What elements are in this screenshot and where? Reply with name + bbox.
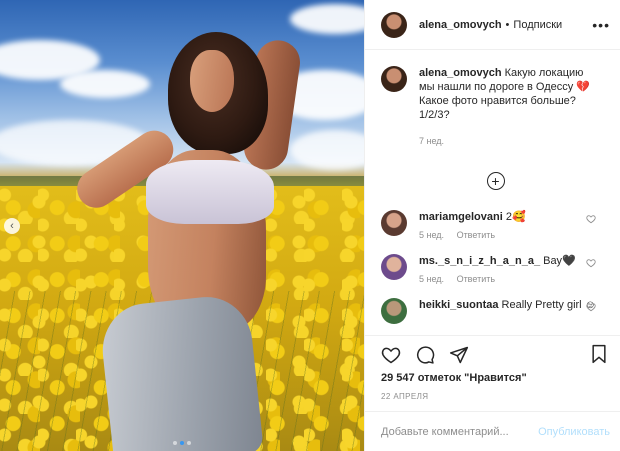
caption-body: alena_omovych Какую локацию мы нашли по … — [419, 66, 599, 148]
post-sidebar: alena_omovych • Подписки ••• alena_omovy… — [364, 0, 620, 451]
comment: ms._s_n_i_z_h_a_n_a_ Вау🖤 5 нед. Ответит… — [381, 254, 610, 284]
comment-text: Really Pretty girl ☺ — [501, 299, 596, 311]
avatar[interactable] — [381, 298, 407, 324]
figure-pants — [98, 292, 264, 451]
comment-body: mariamgelovani 2🥰 5 нед. Ответить — [419, 210, 599, 240]
comment: heikki_suontaa Really Pretty girl ☺ — [381, 298, 610, 324]
avatar[interactable] — [381, 66, 407, 92]
author-username[interactable]: alena_omovych — [419, 19, 502, 31]
comments-area: alena_omovych Какую локацию мы нашли по … — [365, 50, 620, 335]
figure-face — [190, 50, 234, 112]
plus-circle-icon[interactable]: + — [486, 172, 505, 190]
comment-username[interactable]: ms._s_n_i_z_h_a_n_a_ — [419, 255, 540, 267]
comment-username[interactable]: mariamgelovani — [419, 211, 503, 223]
chevron-left-icon[interactable]: ‹ — [4, 218, 20, 234]
avatar[interactable] — [381, 11, 407, 38]
comment-text: Вау🖤 — [543, 255, 576, 267]
cloud — [290, 130, 364, 170]
action-bar: 29 547 отметок "Нравится" 22 АПРЕЛЯ — [365, 335, 620, 411]
comment-time[interactable]: 5 нед. — [419, 230, 444, 240]
comment-username[interactable]: heikki_suontaa — [419, 299, 498, 311]
carousel-dot — [173, 441, 177, 445]
reply-button[interactable]: Ответить — [457, 230, 495, 240]
add-comment-bar: Опубликовать — [365, 411, 620, 451]
heart-icon[interactable] — [586, 214, 596, 224]
following-button[interactable]: Подписки — [513, 19, 562, 31]
post-photo[interactable]: ‹ — [0, 0, 364, 451]
action-icons — [381, 344, 608, 366]
share-icon[interactable] — [449, 345, 469, 365]
post-date[interactable]: 22 АПРЕЛЯ — [381, 392, 608, 401]
comment-body: heikki_suontaa Really Pretty girl ☺ — [419, 298, 599, 324]
comment-meta: 5 нед. Ответить — [419, 230, 599, 240]
heart-icon[interactable] — [381, 345, 401, 365]
comment-time[interactable]: 5 нед. — [419, 274, 444, 284]
caption: alena_omovych Какую локацию мы нашли по … — [381, 66, 610, 148]
heart-icon[interactable] — [586, 302, 596, 312]
carousel-dots — [0, 441, 364, 445]
comment: mariamgelovani 2🥰 5 нед. Ответить — [381, 210, 610, 240]
caption-username[interactable]: alena_omovych — [419, 67, 502, 79]
carousel-dot-active — [180, 441, 184, 445]
comment-body: ms._s_n_i_z_h_a_n_a_ Вау🖤 5 нед. Ответит… — [419, 254, 599, 284]
comment-meta: 5 нед. Ответить — [419, 274, 599, 284]
heart-icon[interactable] — [586, 258, 596, 268]
comment-line: mariamgelovani 2🥰 — [419, 210, 599, 224]
cloud — [290, 4, 364, 34]
more-icon[interactable]: ••• — [592, 17, 610, 33]
load-more: + — [381, 172, 610, 190]
carousel-dot — [187, 441, 191, 445]
caption-time[interactable]: 7 нед. — [419, 134, 599, 148]
avatar[interactable] — [381, 254, 407, 280]
comment-line: heikki_suontaa Really Pretty girl ☺ — [419, 298, 599, 312]
publish-button[interactable]: Опубликовать — [538, 426, 610, 438]
bookmark-icon[interactable] — [590, 344, 608, 364]
reply-button[interactable]: Ответить — [457, 274, 495, 284]
instagram-post: ‹ alena_omovych • Подписки ••• alena_omo… — [0, 0, 620, 451]
likes-count[interactable]: 29 547 отметок "Нравится" — [381, 372, 608, 384]
avatar[interactable] — [381, 210, 407, 236]
comment-input[interactable] — [381, 425, 539, 438]
figure-top — [146, 160, 274, 224]
comment-icon[interactable] — [415, 345, 435, 365]
comment-line: ms._s_n_i_z_h_a_n_a_ Вау🖤 — [419, 254, 599, 268]
cloud — [60, 70, 150, 98]
header-separator: • — [505, 18, 510, 31]
comment-text: 2🥰 — [505, 211, 526, 223]
post-header: alena_omovych • Подписки ••• — [365, 0, 620, 50]
